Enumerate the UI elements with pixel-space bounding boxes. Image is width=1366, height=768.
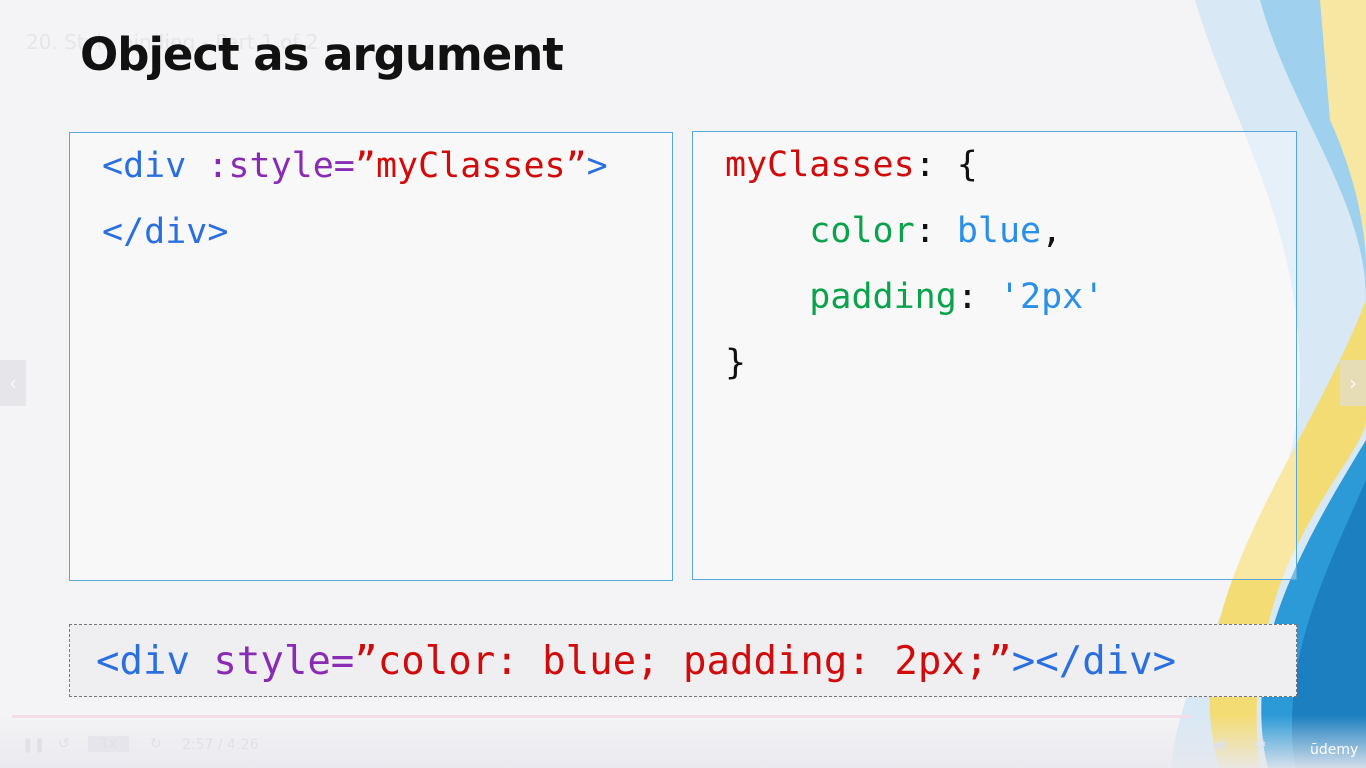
property-padding: padding — [809, 277, 957, 317]
playback-speed-button[interactable]: 1x — [88, 736, 130, 752]
rendered-html-code: <div style=”color: blue; padding: 2px;”>… — [96, 629, 1176, 695]
binding-value: ”myClasses” — [354, 146, 587, 186]
object-open-brace: : { — [914, 145, 978, 185]
colon: : — [914, 211, 957, 251]
result-style-value: ”color: blue; padding: 2px;” — [354, 639, 1012, 684]
tag-open: <div — [102, 146, 208, 186]
colon: : — [956, 277, 999, 317]
result-tag-open: <div — [96, 639, 214, 684]
data-object-code: myClasses: { color: blue, padding: '2px'… — [725, 132, 1104, 396]
volume-icon[interactable]: ◀) — [1212, 737, 1228, 753]
result-style-attr: style= — [213, 639, 355, 684]
rewind-icon[interactable]: ↺ — [58, 736, 70, 752]
template-code: <div :style=”myClasses”> </div> — [102, 133, 608, 265]
rendered-result-box: <div style=”color: blue; padding: 2px;”>… — [69, 624, 1297, 697]
comma: , — [1041, 211, 1063, 251]
style-binding-attr: :style= — [207, 146, 355, 186]
previous-lecture-button[interactable]: ‹ — [0, 360, 26, 406]
closing-tag: </div> — [102, 212, 229, 252]
chevron-left-icon: ‹ — [9, 371, 17, 395]
value-blue: blue — [956, 211, 1042, 251]
data-object-panel: myClasses: { color: blue, padding: '2px'… — [692, 131, 1297, 580]
value-2px: '2px' — [998, 277, 1105, 317]
property-color: color — [809, 211, 915, 251]
object-close-brace: } — [725, 343, 747, 383]
next-lecture-button[interactable]: › — [1340, 360, 1366, 406]
video-time: 2:57 / 4:26 — [182, 737, 259, 753]
settings-icon[interactable]: ⚙ — [1254, 737, 1267, 753]
video-progress-bar[interactable] — [12, 715, 1192, 718]
chevron-right-icon: › — [1349, 371, 1357, 395]
pause-icon[interactable]: ❚❚ — [22, 737, 45, 753]
udemy-logo: ūdemy — [1310, 742, 1359, 758]
object-name: myClasses — [725, 145, 915, 185]
forward-icon[interactable]: ↻ — [150, 736, 162, 752]
result-tag-close: ></div> — [1011, 639, 1177, 684]
code-line-1: <div :style=”myClasses”> — [102, 146, 608, 186]
tag-close: > — [586, 146, 608, 186]
slide-title: Object as argument — [80, 28, 564, 81]
template-code-panel: <div :style=”myClasses”> </div> — [69, 132, 673, 581]
